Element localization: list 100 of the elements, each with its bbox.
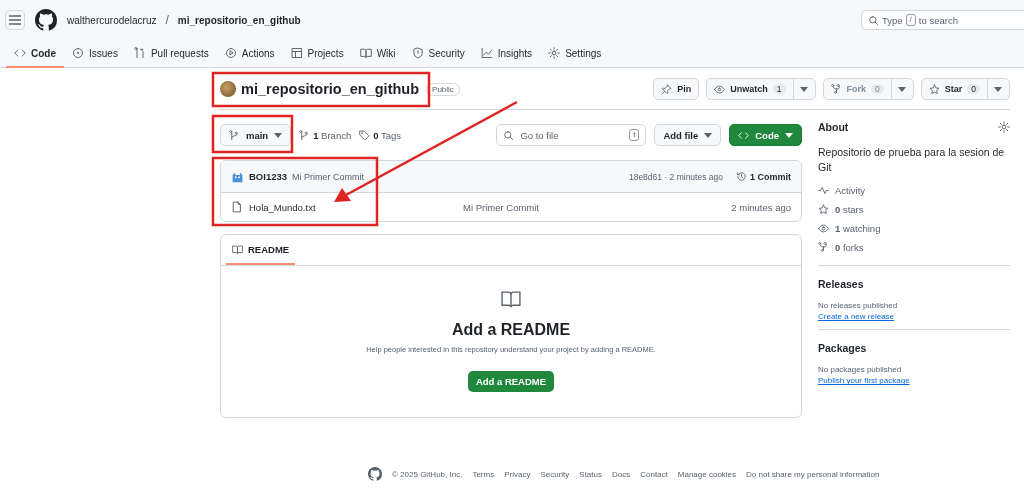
nav-tab[interactable]: Security	[403, 40, 473, 68]
nav-tab[interactable]: Wiki	[351, 40, 404, 68]
caret-icon	[994, 86, 1002, 92]
star-icon	[818, 204, 829, 216]
readme-tab[interactable]: README	[226, 235, 296, 265]
caret-icon	[704, 132, 713, 138]
book-icon	[232, 243, 243, 255]
counter: 0	[967, 84, 980, 94]
commits-link[interactable]: 1 Commit	[736, 171, 791, 182]
footer-link[interactable]: Privacy	[504, 469, 531, 479]
history-icon	[736, 171, 747, 182]
file-search-field[interactable]: Go to file t	[496, 124, 647, 146]
footer-link[interactable]: Manage cookies	[677, 469, 737, 479]
settings-icon	[548, 47, 561, 59]
menu-button[interactable]	[5, 10, 25, 30]
nav-tab[interactable]: Insights	[472, 40, 541, 68]
caret-icon	[274, 132, 283, 138]
nav-tab[interactable]: Settings	[540, 40, 610, 68]
caret-icon	[799, 86, 808, 92]
eye-icon	[714, 83, 726, 95]
commit-author[interactable]: BOI1233	[249, 171, 288, 182]
repo-name[interactable]: mi_repositorio_en_github	[241, 81, 420, 97]
footer-link[interactable]: Contact	[640, 469, 668, 479]
owner-link[interactable]: walthercurodelacruz	[67, 14, 157, 26]
menu-icon	[9, 15, 21, 25]
packages-heading: Packages	[818, 342, 868, 355]
add-readme-button[interactable]: Add a README	[467, 371, 555, 392]
about-heading: About	[818, 121, 849, 133]
repo-description: Repositorio de prueba para la sesion de Git	[818, 145, 1006, 176]
shortcut-key: /	[905, 14, 916, 26]
counter: 1	[772, 84, 786, 94]
nav-tab[interactable]: Projects	[282, 40, 352, 68]
packages-note: No packages published	[818, 365, 903, 375]
repo-action-button[interactable]: Pin	[653, 78, 700, 100]
publish-package-link[interactable]: Publish your first package	[818, 376, 910, 386]
commit-meta: 18e8d61 · 2 minutes ago	[628, 171, 723, 182]
add-file-button[interactable]: Add file	[654, 124, 722, 146]
nav-tab[interactable]: Actions	[216, 40, 283, 68]
branch-icon	[299, 129, 311, 141]
logo-icon[interactable]	[368, 467, 382, 481]
repo-action-button[interactable]: Unwatch 1	[706, 78, 816, 100]
tags-link[interactable]: 0 Tags	[359, 129, 402, 141]
graph-icon	[480, 47, 493, 59]
search-placeholder: Type	[882, 14, 903, 26]
branches-link[interactable]: 1 Branch	[299, 129, 352, 141]
shortcut-key: t	[629, 129, 640, 141]
file-icon	[231, 201, 243, 213]
footer-link[interactable]: Terms	[472, 469, 495, 479]
footer-link[interactable]: Status	[579, 469, 602, 479]
avatar	[220, 81, 236, 97]
fork-icon	[818, 242, 829, 254]
book-icon	[500, 288, 522, 310]
file-search-placeholder: Go to file	[520, 129, 559, 141]
branch-button[interactable]: main	[220, 124, 292, 146]
logo-icon[interactable]	[35, 9, 57, 31]
search-placeholder: to search	[918, 14, 958, 26]
code-icon	[738, 129, 750, 141]
releases-heading: Releases	[818, 278, 865, 291]
counter: 0	[871, 84, 884, 94]
search-icon	[503, 129, 515, 141]
commit-message[interactable]: Mi Primer Commit	[292, 171, 365, 182]
fork-icon	[830, 83, 842, 95]
branch-icon	[229, 129, 240, 141]
pin-icon	[661, 83, 673, 95]
breadcrumb-separator: /	[165, 13, 169, 27]
code-icon	[14, 47, 26, 59]
user-avatar-icon	[231, 170, 244, 183]
table-icon	[290, 47, 303, 59]
readme-heading: Add a README	[451, 321, 571, 339]
play-icon	[224, 47, 237, 59]
search-field[interactable]: Type / to search	[861, 10, 1024, 30]
nav-tab[interactable]: Issues	[64, 40, 126, 68]
stat-link[interactable]: 0 forks	[818, 238, 1010, 258]
footer-link[interactable]: Security	[540, 469, 570, 479]
pull-request-icon	[133, 47, 146, 59]
shield-icon	[411, 47, 424, 59]
file-link[interactable]: Hola_Mundo.txt	[231, 201, 463, 213]
star-icon	[928, 83, 940, 95]
create-release-link[interactable]: Create a new release	[818, 312, 895, 322]
releases-note: No releases published	[818, 301, 899, 311]
repo-link[interactable]: mi_repositorio_en_github	[177, 14, 301, 26]
nav-tab[interactable]: Code	[6, 40, 64, 68]
code-button[interactable]: Code	[729, 124, 802, 146]
eye-icon	[818, 223, 829, 235]
stat-link[interactable]: Activity	[818, 181, 1010, 201]
file-commit-message[interactable]: Mi Primer Commit	[463, 201, 539, 213]
caret-icon	[785, 132, 793, 138]
repo-action-button[interactable]: Star 0	[920, 78, 1010, 100]
caret-icon	[897, 86, 906, 92]
copyright-text: © 2025 GitHub, Inc.	[392, 469, 463, 479]
file-time: 2 minutes ago	[731, 201, 791, 213]
nav-tab[interactable]: Pull requests	[125, 40, 217, 68]
footer-link[interactable]: Docs	[612, 469, 631, 479]
stat-link[interactable]: 1 watching	[818, 219, 1010, 239]
pulse-icon	[818, 185, 829, 197]
footer-link[interactable]: Do not share my personal information	[746, 469, 880, 479]
search-icon	[868, 14, 879, 26]
stat-link[interactable]: 0 stars	[818, 200, 1010, 220]
tag-icon	[359, 129, 371, 141]
settings-icon	[998, 121, 1010, 133]
